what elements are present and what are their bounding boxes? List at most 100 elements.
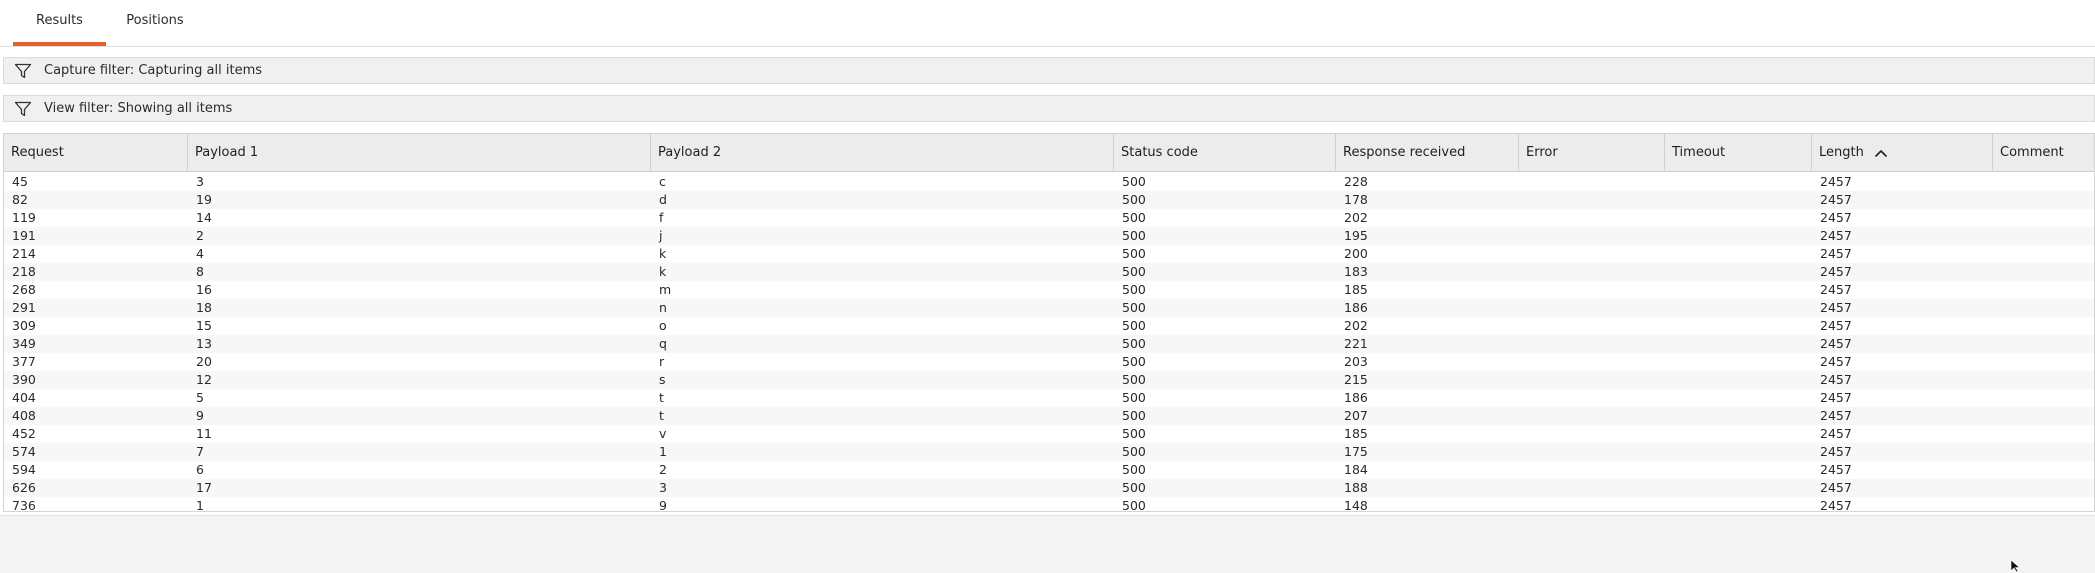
cell-timeout [1665,389,1812,407]
cell-payload-2: r [659,354,665,369]
cell-response-received: 188 [1344,480,1368,495]
cell-request: 45 [12,174,28,189]
cell-timeout [1665,209,1812,227]
table-row[interactable]: 214 4 k 500 200 2457 [4,245,2094,263]
column-header-length[interactable]: Length [1812,134,1993,171]
column-header-response-received[interactable]: Response received [1336,134,1519,171]
cell-timeout [1665,191,1812,209]
cell-request: 214 [12,246,36,261]
column-header-label: Payload 1 [195,145,259,160]
cell-error [1519,281,1665,299]
cell-comment [1993,263,2094,281]
cell-timeout [1665,317,1812,335]
cell-response-received: 186 [1344,300,1368,315]
cell-response-received: 195 [1344,228,1368,243]
cell-length: 2457 [1820,300,1852,315]
cell-payload-2: o [659,318,667,333]
table-row[interactable]: 377 20 r 500 203 2457 [4,353,2094,371]
cell-timeout [1665,353,1812,371]
table-row[interactable]: 404 5 t 500 186 2457 [4,389,2094,407]
cell-payload-2: 9 [659,498,667,512]
cell-comment [1993,353,2094,371]
cell-request: 408 [12,408,36,423]
cell-comment [1993,281,2094,299]
cell-payload-1: 13 [196,336,212,351]
column-header-payload-2[interactable]: Payload 2 [651,134,1114,171]
cell-timeout [1665,335,1812,353]
results-table: Request Payload 1 Payload 2 Status code … [3,133,2095,512]
column-header-error[interactable]: Error [1519,134,1665,171]
cell-length: 2457 [1820,462,1852,477]
tab-results[interactable]: Results [13,0,106,46]
column-header-payload-1[interactable]: Payload 1 [188,134,651,171]
cell-timeout [1665,479,1812,497]
cell-payload-1: 8 [196,264,204,279]
table-row[interactable]: 452 11 v 500 185 2457 [4,425,2094,443]
cell-error [1519,209,1665,227]
cell-payload-2: t [659,408,664,423]
cell-payload-1: 1 [196,498,204,512]
column-header-label: Timeout [1672,145,1726,160]
cell-timeout [1665,371,1812,389]
table-row[interactable]: 594 6 2 500 184 2457 [4,461,2094,479]
cell-error [1519,317,1665,335]
cell-length: 2457 [1820,408,1852,423]
cell-length: 2457 [1820,246,1852,261]
cell-status-code: 500 [1122,498,1146,512]
cell-response-received: 200 [1344,246,1368,261]
cell-payload-1: 4 [196,246,204,261]
cell-comment [1993,407,2094,425]
cell-response-received: 185 [1344,426,1368,441]
cell-length: 2457 [1820,174,1852,189]
cell-status-code: 500 [1122,426,1146,441]
cell-payload-1: 16 [196,282,212,297]
cell-request: 452 [12,426,36,441]
table-row[interactable]: 626 17 3 500 188 2457 [4,479,2094,497]
table-row[interactable]: 291 18 n 500 186 2457 [4,299,2094,317]
table-row[interactable]: 218 8 k 500 183 2457 [4,263,2094,281]
table-row[interactable]: 82 19 d 500 178 2457 [4,191,2094,209]
cell-payload-2: v [659,426,667,441]
column-header-request[interactable]: Request [4,134,188,171]
table-row[interactable]: 349 13 q 500 221 2457 [4,335,2094,353]
table-row[interactable]: 191 2 j 500 195 2457 [4,227,2094,245]
cell-request: 218 [12,264,36,279]
cell-status-code: 500 [1122,336,1146,351]
column-header-label: Comment [2000,145,2064,160]
column-header-comment[interactable]: Comment [1993,134,2094,171]
table-row[interactable]: 119 14 f 500 202 2457 [4,209,2094,227]
cell-error [1519,227,1665,245]
cell-payload-2: j [659,228,663,243]
view-filter-bar[interactable]: View filter: Showing all items [3,95,2095,122]
view-filter-label: View filter: Showing all items [44,101,233,116]
filter-icon [14,101,32,117]
table-row[interactable]: 390 12 s 500 215 2457 [4,371,2094,389]
cell-payload-1: 18 [196,300,212,315]
cell-comment [1993,227,2094,245]
tab-bar: Results Positions [0,0,2095,47]
cell-length: 2457 [1820,228,1852,243]
cell-status-code: 500 [1122,300,1146,315]
cell-response-received: 215 [1344,372,1368,387]
tab-positions[interactable]: Positions [115,0,195,46]
cell-response-received: 148 [1344,498,1368,512]
table-row[interactable]: 408 9 t 500 207 2457 [4,407,2094,425]
cell-status-code: 500 [1122,444,1146,459]
capture-filter-bar[interactable]: Capture filter: Capturing all items [3,57,2095,84]
cell-request: 736 [12,498,36,512]
cell-error [1519,479,1665,497]
cell-payload-1: 15 [196,318,212,333]
cell-status-code: 500 [1122,408,1146,423]
cell-payload-2: q [659,336,667,351]
cell-payload-1: 20 [196,354,212,369]
chevron-up-icon [1875,149,1887,157]
column-header-status-code[interactable]: Status code [1114,134,1336,171]
column-header-timeout[interactable]: Timeout [1665,134,1812,171]
table-row[interactable]: 268 16 m 500 185 2457 [4,281,2094,299]
table-row[interactable]: 736 1 9 500 148 2457 [4,497,2094,512]
table-row[interactable]: 45 3 c 500 228 2457 [4,173,2094,191]
table-row[interactable]: 309 15 o 500 202 2457 [4,317,2094,335]
cell-status-code: 500 [1122,282,1146,297]
cell-length: 2457 [1820,354,1852,369]
table-row[interactable]: 574 7 1 500 175 2457 [4,443,2094,461]
